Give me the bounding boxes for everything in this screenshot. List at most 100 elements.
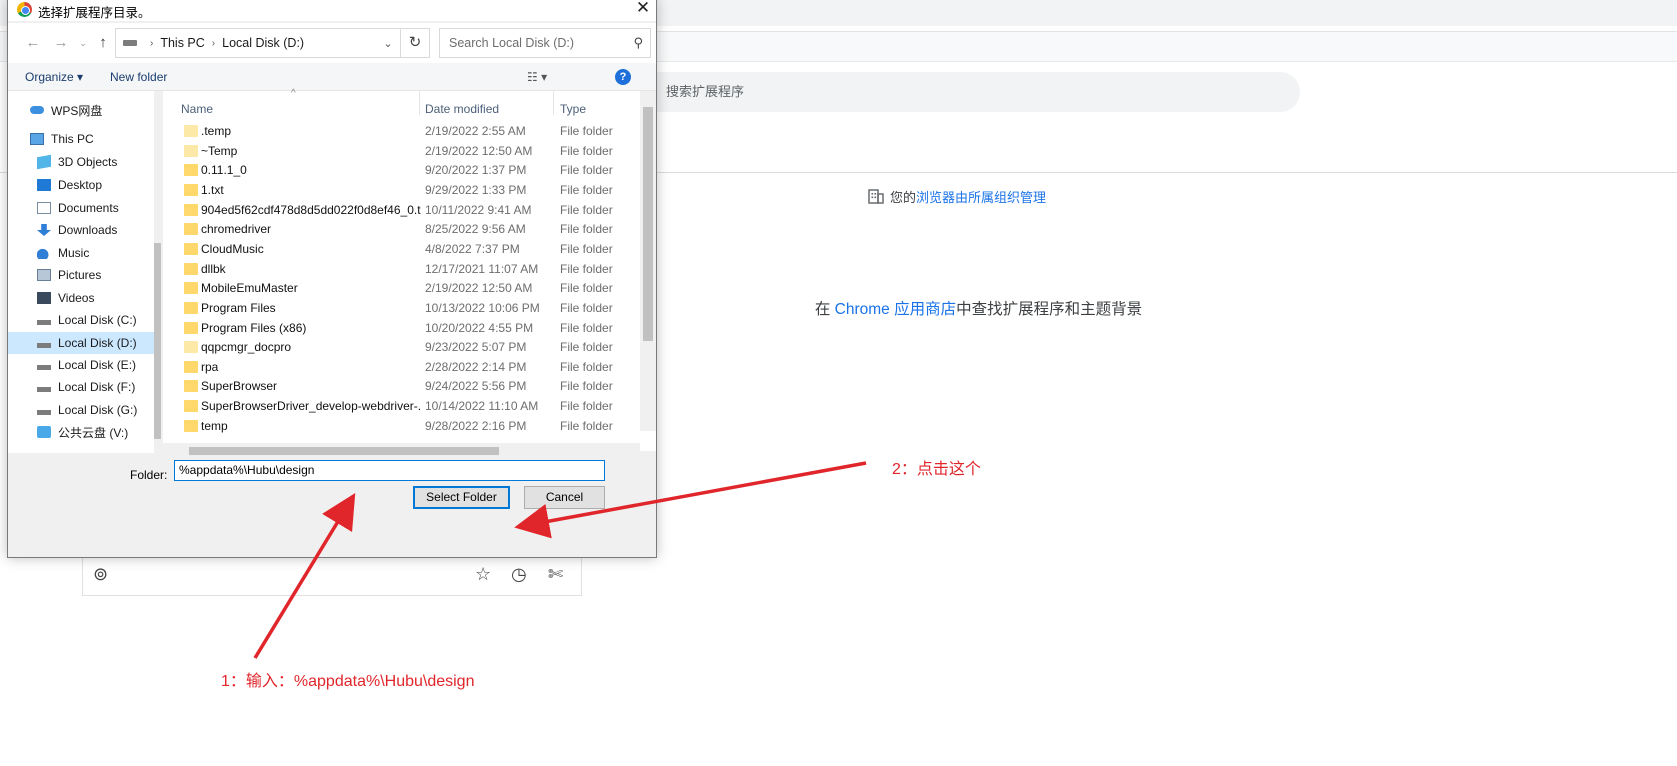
table-row[interactable]: .temp 2/19/2022 2:55 AM File folder (163, 121, 633, 141)
sidebar-item-pictures[interactable]: Pictures (8, 264, 154, 286)
drive-icon (37, 319, 51, 325)
table-row[interactable]: SuperBrowser 9/24/2022 5:56 PM File folder (163, 376, 633, 396)
folder-path-input[interactable]: %appdata%\Hubu\design (174, 460, 605, 481)
folder-search-input[interactable]: Search Local Disk (D:) ⚲ (439, 28, 651, 58)
chrome-logo-icon (17, 2, 32, 17)
select-folder-button[interactable]: Select Folder (413, 486, 510, 509)
sidebar-item-label: This PC (51, 132, 94, 146)
sidebar-item-local-disk-g[interactable]: Local Disk (G:) (8, 399, 154, 421)
file-date: 9/29/2022 1:33 PM (425, 182, 527, 197)
file-name: 904ed5f62cdf478d8d5dd022f0d8ef46_0.tar (201, 202, 421, 217)
table-row[interactable]: CloudMusic 4/8/2022 7:37 PM File folder (163, 239, 633, 259)
file-date: 9/23/2022 5:07 PM (425, 340, 527, 355)
sidebar-item-label: Local Disk (D:) (58, 336, 137, 350)
breadcrumb-this-pc[interactable]: This PC (160, 36, 204, 50)
folder-icon (184, 380, 198, 393)
nav-scrollbar[interactable] (154, 91, 161, 453)
table-row[interactable]: Program Files (x86) 10/20/2022 4:55 PM Fil… (163, 318, 633, 338)
file-type: File folder (560, 320, 613, 335)
file-list-scrollbar[interactable] (640, 91, 656, 431)
table-row[interactable]: SuperBrowserDriver_develop-webdriver-...… (163, 396, 633, 416)
refresh-icon[interactable]: ↻ (400, 28, 430, 58)
tools-icon[interactable]: ✄ (548, 564, 563, 585)
table-row[interactable]: 0.11.1_0 9/20/2022 1:37 PM File folder (163, 160, 633, 180)
horizontal-scrollbar[interactable] (163, 443, 640, 459)
sidebar-item-local-disk-e[interactable]: Local Disk (E:) (8, 354, 154, 376)
table-row[interactable]: ~Temp 2/19/2022 12:50 AM File folder (163, 141, 633, 161)
file-type: File folder (560, 300, 613, 315)
file-name: SuperBrowser (201, 379, 278, 394)
file-list: Name ^ Date modified Type .temp 2/19/2022… (163, 88, 656, 451)
folder-icon (184, 321, 198, 334)
sidebar-item-3d-objects[interactable]: 3D Objects (8, 151, 154, 173)
organize-button[interactable]: Organize ▾ (25, 70, 83, 84)
breadcrumb-local-disk[interactable]: Local Disk (D:) (222, 36, 304, 50)
drive-icon (37, 342, 51, 348)
table-row[interactable]: chromedriver 8/25/2022 9:56 AM File folder (163, 219, 633, 239)
file-type: File folder (560, 241, 613, 256)
chevron-down-icon[interactable]: ⌄ (376, 37, 400, 50)
sidebar-item-v[interactable]: 公共云盘 (V:) (8, 421, 154, 443)
up-arrow-icon[interactable]: ↑ (93, 33, 113, 53)
back-arrow-icon[interactable]: ← (23, 33, 43, 53)
extensions-search-input[interactable]: 搜索扩展程序 (640, 72, 1300, 112)
forward-arrow-icon[interactable]: → (51, 33, 71, 53)
table-row[interactable]: 904ed5f62cdf478d8d5dd022f0d8ef46_0.tar 10… (163, 200, 633, 220)
recent-dropdown-icon[interactable]: ⌄ (73, 33, 93, 53)
sidebar-item-local-disk-c[interactable]: Local Disk (C:) (8, 309, 154, 331)
column-name-header[interactable]: Name (181, 102, 213, 116)
file-date: 10/14/2022 11:10 AM (425, 399, 539, 414)
file-name: rpa (201, 359, 219, 374)
command-bar: Organize ▾ New folder ☷ ▾ ? (8, 63, 656, 91)
folder-icon (184, 125, 198, 137)
drive-icon (37, 409, 51, 415)
file-name: CloudMusic (201, 241, 264, 256)
column-date-header[interactable]: Date modified (425, 102, 499, 116)
table-row[interactable]: 1.txt 9/29/2022 1:33 PM File folder (163, 180, 633, 200)
sidebar-item-label: Local Disk (C:) (58, 313, 137, 327)
file-type: File folder (560, 163, 613, 178)
table-row[interactable]: Program Files 10/13/2022 10:06 PM File fol… (163, 298, 633, 318)
picture-icon (37, 269, 51, 281)
sidebar-item-desktop[interactable]: Desktop (8, 174, 154, 196)
sidebar-item-wps[interactable]: WPS网盘 (8, 99, 154, 121)
sidebar-item-downloads[interactable]: Downloads (8, 219, 154, 241)
music-icon (37, 248, 49, 259)
sidebar-item-videos[interactable]: Videos (8, 287, 154, 309)
close-icon[interactable]: ✕ (630, 0, 656, 19)
annotation-step1: 1：输入：%appdata%\Hubu\design (221, 673, 475, 690)
desktop-icon (37, 179, 51, 191)
file-date: 2/28/2022 2:14 PM (425, 359, 527, 374)
folder-icon (184, 400, 198, 413)
table-row[interactable]: rpa 2/28/2022 2:14 PM File folder (163, 357, 633, 377)
cancel-button[interactable]: Cancel (524, 486, 605, 509)
file-date: 2/19/2022 12:50 AM (425, 143, 533, 158)
sidebar-item-music[interactable]: Music (8, 242, 154, 264)
sidebar-item-this-pc[interactable]: This PC (8, 128, 154, 150)
table-row[interactable]: MobileEmuMaster 2/19/2022 12:50 AM File fo… (163, 278, 633, 298)
folder-icon (184, 242, 198, 255)
sidebar-item-label: Local Disk (G:) (58, 403, 138, 417)
sidebar-item-local-disk-f[interactable]: Local Disk (F:) (8, 376, 154, 398)
folder-icon (184, 144, 198, 157)
file-type: File folder (560, 182, 613, 197)
file-name: chromedriver (201, 222, 272, 237)
table-row[interactable]: qqpcmgr_docpro 9/23/2022 5:07 PM File fold… (163, 337, 633, 357)
help-button[interactable]: ? (615, 69, 631, 85)
sidebar-item-local-disk-d[interactable]: Local Disk (D:) (8, 332, 154, 354)
store-suffix: 中查找扩展程序和主题背景 (956, 301, 1143, 318)
star-icon[interactable]: ☆ (475, 564, 491, 585)
new-folder-button[interactable]: New folder (110, 70, 167, 84)
sidebar-item-documents[interactable]: Documents (8, 197, 154, 219)
table-row[interactable]: temp 9/28/2022 2:16 PM File folder (163, 416, 633, 436)
column-type-header[interactable]: Type (560, 102, 586, 116)
lens-icon[interactable]: ⊚ (93, 564, 108, 585)
folder-icon (184, 262, 198, 275)
webstore-link[interactable]: Chrome 应用商店 (835, 301, 956, 318)
managed-link[interactable]: 浏览器由所属组织管理 (916, 187, 1046, 206)
file-type: File folder (560, 340, 613, 355)
address-bar[interactable]: › This PC › Local Disk (D:) ⌄ (115, 28, 401, 58)
view-options-icon[interactable]: ☷ ▾ (527, 70, 547, 84)
table-row[interactable]: dllbk 12/17/2021 11:07 AM File folder (163, 259, 633, 279)
history-icon[interactable]: ◷ (511, 564, 527, 585)
